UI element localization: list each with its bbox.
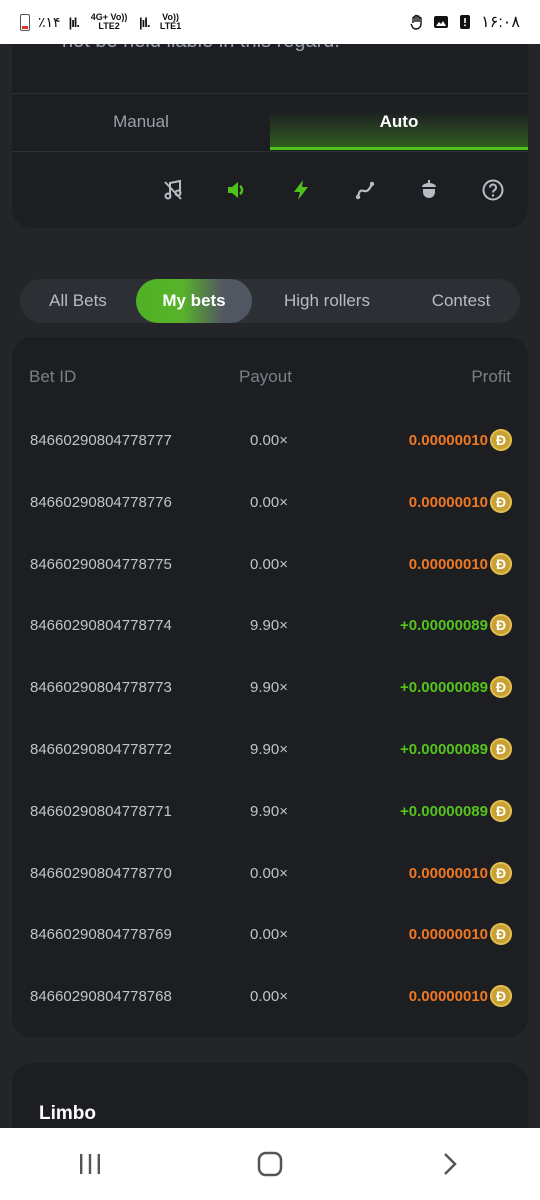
- profit-value: 0.00000010: [408, 988, 488, 1006]
- status-left: ٪۱۴ |ıl. 4G+ Vo)) LTE2 |ıl. Vo)) LTE1: [20, 13, 184, 31]
- bet-id: 84660290804778769: [30, 926, 172, 944]
- disclaimer-text: not be held liable in this regard.: [62, 44, 340, 53]
- back-button[interactable]: [420, 1134, 480, 1194]
- bet-id: 84660290804778768: [30, 988, 172, 1006]
- music-off-icon[interactable]: [157, 174, 189, 206]
- profit-value: +0.00000089: [399, 802, 488, 820]
- tool-icon-row: [157, 174, 509, 206]
- divider: [12, 151, 528, 152]
- table-row[interactable]: 84660290804778772 9.90× +0.00000089 Ð: [12, 735, 528, 765]
- recent-apps-button[interactable]: [60, 1134, 120, 1194]
- dogecoin-icon: Ð: [490, 552, 512, 575]
- signal-bars-icon: |ıl.: [68, 14, 81, 30]
- status-right: ۱۶:۰۸: [409, 12, 520, 32]
- hand-icon: [409, 14, 425, 30]
- graph-icon[interactable]: [349, 174, 381, 206]
- bet-id: 84660290804778777: [30, 432, 172, 449]
- status-bar: ٪۱۴ |ıl. 4G+ Vo)) LTE2 |ıl. Vo)) LTE1 ۱۶…: [0, 0, 540, 44]
- table-row[interactable]: 84660290804778775 0.00× 0.00000010 Ð: [12, 550, 528, 580]
- bet-id: 84660290804778770: [30, 864, 172, 882]
- network-indicator-2: Vo)) LTE1: [159, 12, 182, 31]
- dogecoin-icon: Ð: [490, 985, 512, 1008]
- bet-id: 84660290804778771: [30, 802, 172, 820]
- payout-value: 0.00×: [250, 864, 288, 882]
- profit-value: 0.00000010: [408, 864, 488, 882]
- battery-percent: ٪۱۴: [38, 13, 61, 30]
- gallery-icon: [433, 14, 449, 30]
- bet-control-card: not be held liable in this regard. Manua…: [12, 44, 528, 228]
- tab-auto[interactable]: Auto: [270, 94, 528, 150]
- bet-id: 84660290804778773: [30, 679, 172, 697]
- dogecoin-icon: Ð: [490, 429, 512, 451]
- lightning-icon[interactable]: [285, 174, 317, 206]
- limbo-card: Limbo: [12, 1063, 528, 1133]
- sound-icon[interactable]: [221, 174, 253, 206]
- profit-value: 0.00000010: [408, 926, 488, 944]
- bet-id: 84660290804778776: [30, 493, 172, 511]
- mode-tabs: Manual Auto: [12, 94, 528, 150]
- payout-value: 0.00×: [250, 926, 288, 944]
- payout-value: 0.00×: [250, 493, 288, 511]
- clock: ۱۶:۰۸: [481, 14, 520, 31]
- payout-value: 0.00×: [250, 555, 288, 573]
- bet-id: 84660290804778774: [30, 617, 172, 635]
- dogecoin-icon: Ð: [490, 676, 512, 699]
- dogecoin-icon: Ð: [490, 923, 512, 946]
- profit-value: 0.00000010: [408, 555, 488, 573]
- tab-high-rollers[interactable]: High rollers: [252, 279, 402, 323]
- tab-my-bets[interactable]: My bets: [136, 279, 252, 323]
- dogecoin-icon: Ð: [490, 738, 512, 760]
- dogecoin-icon: Ð: [490, 861, 512, 884]
- profit-value: +0.00000089: [399, 617, 488, 635]
- profit-value: +0.00000089: [399, 679, 488, 697]
- network-indicator-1: 4G+ Vo)) LTE2: [90, 12, 128, 31]
- dogecoin-icon: Ð: [490, 614, 512, 637]
- bets-filter-tabs: All Bets My bets High rollers Contest: [20, 279, 520, 323]
- table-row[interactable]: 84660290804778771 9.90× +0.00000089 Ð: [12, 797, 528, 827]
- table-row[interactable]: 84660290804778773 9.90× +0.00000089 Ð: [12, 673, 528, 703]
- payout-value: 0.00×: [250, 432, 288, 449]
- payout-value: 9.90×: [250, 679, 288, 697]
- limbo-title: Limbo: [39, 1103, 96, 1124]
- bet-id: 84660290804778772: [30, 741, 172, 758]
- system-nav-bar: [0, 1128, 540, 1200]
- profit-value: 0.00000010: [408, 432, 488, 449]
- tab-manual[interactable]: Manual: [12, 94, 270, 150]
- bets-table: Bet ID Payout Profit 84660290804778777 0.…: [12, 337, 528, 1038]
- home-button[interactable]: [240, 1134, 300, 1194]
- payout-value: 9.90×: [250, 741, 288, 758]
- acorn-icon[interactable]: [413, 174, 445, 206]
- table-row[interactable]: 84660290804778769 0.00× 0.00000010 Ð: [12, 920, 528, 950]
- tab-contest[interactable]: Contest: [402, 279, 520, 323]
- alert-icon: [457, 14, 473, 30]
- table-row[interactable]: 84660290804778776 0.00× 0.00000010 Ð: [12, 488, 528, 518]
- signal-bars-icon: |ıl.: [139, 14, 151, 30]
- header-bet-id: Bet ID: [29, 367, 77, 386]
- battery-icon: [20, 13, 30, 31]
- table-row[interactable]: 84660290804778770 0.00× 0.00000010 Ð: [12, 859, 528, 889]
- header-payout: Payout: [239, 367, 292, 386]
- payout-value: 9.90×: [250, 802, 288, 820]
- help-icon[interactable]: [477, 174, 509, 206]
- payout-value: 9.90×: [250, 617, 288, 635]
- profit-value: +0.00000089: [399, 741, 488, 758]
- tab-all-bets[interactable]: All Bets: [20, 279, 136, 323]
- table-row[interactable]: 84660290804778777 0.00× 0.00000010 Ð: [12, 426, 528, 456]
- bet-id: 84660290804778775: [30, 555, 172, 573]
- payout-value: 0.00×: [250, 988, 288, 1006]
- table-header: Bet ID Payout Profit: [12, 367, 528, 391]
- table-row[interactable]: 84660290804778768 0.00× 0.00000010 Ð: [12, 982, 528, 1012]
- table-row[interactable]: 84660290804778774 9.90× +0.00000089 Ð: [12, 611, 528, 641]
- dogecoin-icon: Ð: [490, 490, 512, 513]
- profit-value: 0.00000010: [408, 493, 488, 511]
- header-profit: Profit: [471, 367, 511, 386]
- dogecoin-icon: Ð: [490, 799, 512, 822]
